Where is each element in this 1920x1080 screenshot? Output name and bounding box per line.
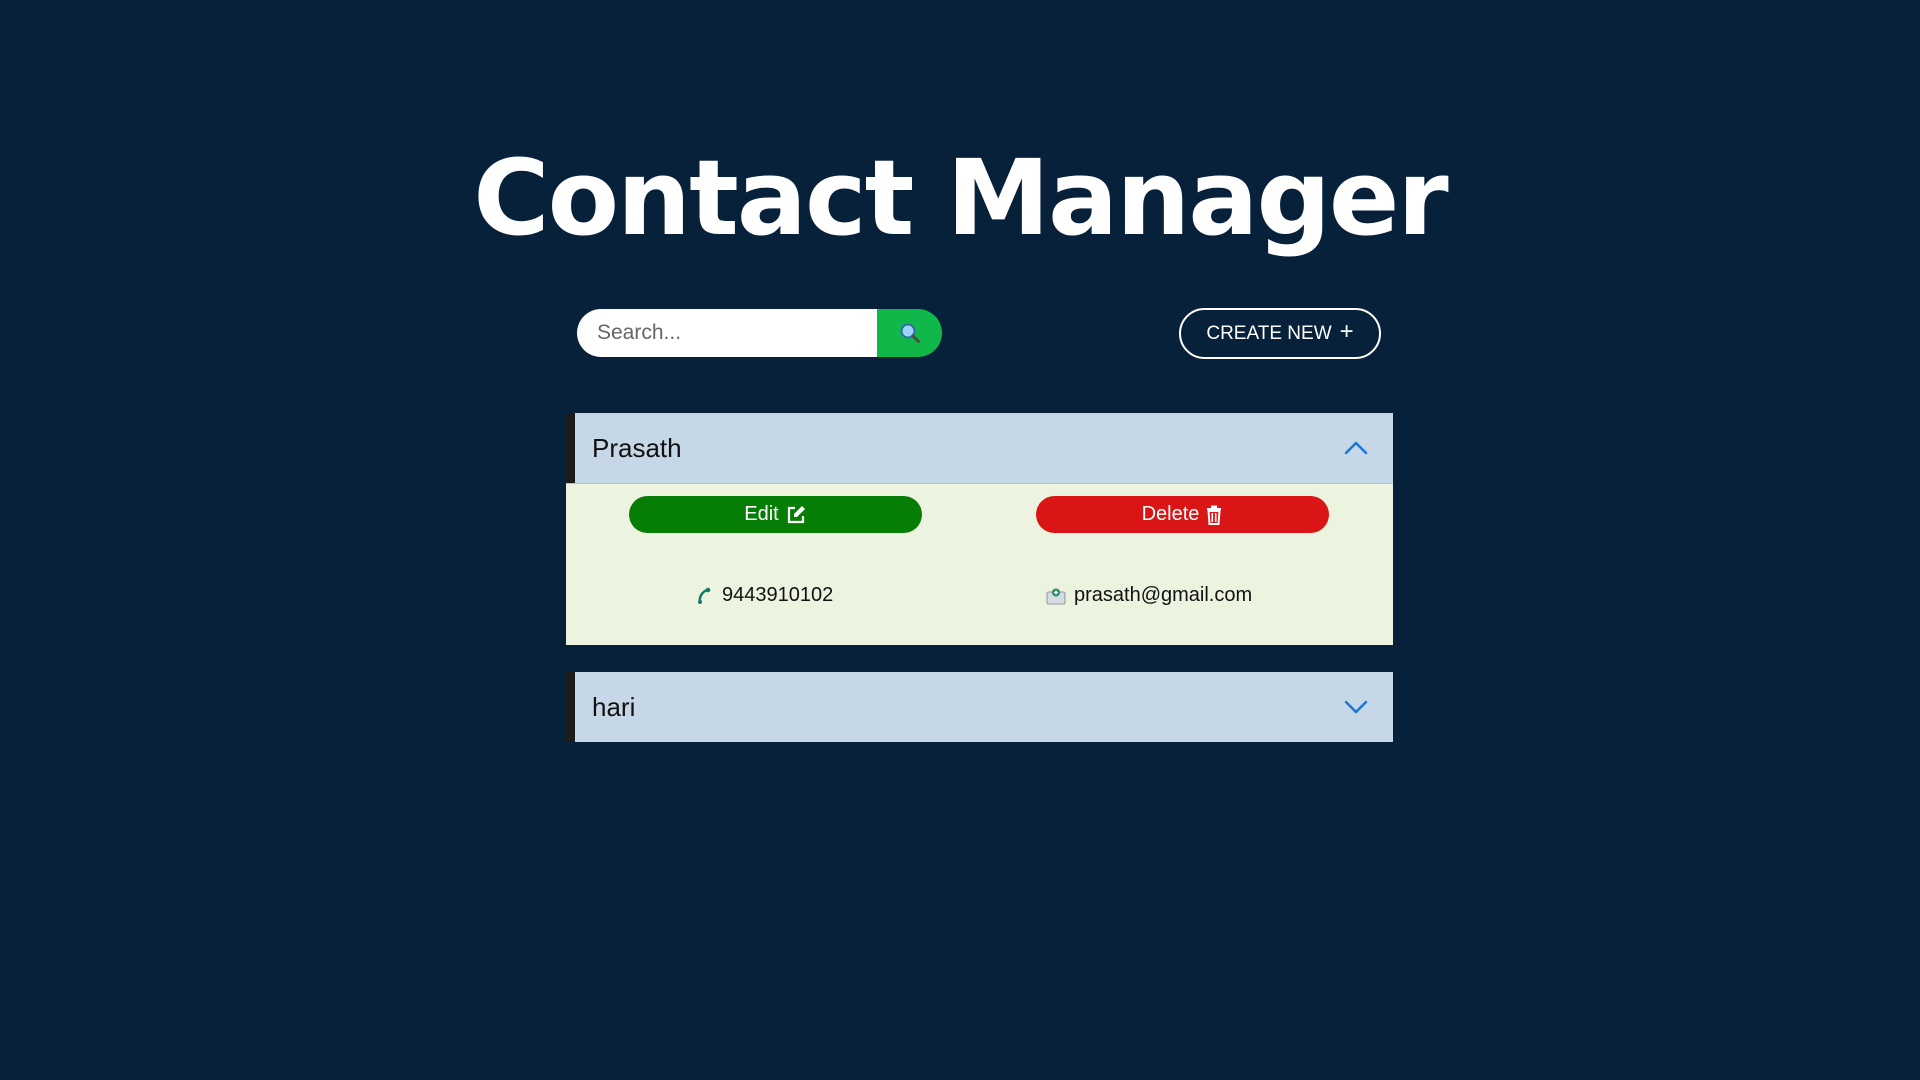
- page-title: Contact Manager: [473, 137, 1448, 259]
- phone-number: 9443910102: [722, 584, 834, 606]
- plus-icon: +: [1339, 318, 1354, 345]
- email-icon: [1046, 588, 1066, 604]
- phone-icon: [698, 587, 711, 604]
- edit-button[interactable]: Edit: [629, 496, 922, 533]
- phone-info: 9443910102: [696, 584, 833, 607]
- chevron-up-icon[interactable]: [1343, 440, 1369, 456]
- contact-name: Prasath: [592, 432, 682, 463]
- edit-label: Edit: [744, 503, 779, 525]
- email-info: prasath@gmail.com: [1046, 584, 1252, 607]
- edit-icon: [787, 505, 805, 523]
- search-button[interactable]: [877, 309, 942, 357]
- delete-button[interactable]: Delete: [1036, 496, 1329, 533]
- contact-header-hari[interactable]: hari: [566, 672, 1393, 742]
- search-input[interactable]: [577, 309, 877, 357]
- contact-card: Prasath Edit Delete 9443910102 prasath@g…: [566, 413, 1393, 645]
- trash-icon: [1207, 505, 1222, 525]
- contact-details: Edit Delete 9443910102 prasath@gmail.com: [566, 483, 1393, 645]
- search-bar: [577, 309, 942, 357]
- chevron-down-icon[interactable]: [1343, 699, 1369, 715]
- contact-header-prasath[interactable]: Prasath: [566, 413, 1393, 483]
- delete-label: Delete: [1141, 503, 1200, 525]
- email-address: prasath@gmail.com: [1074, 584, 1253, 606]
- contact-card: hari: [566, 672, 1393, 742]
- create-new-button[interactable]: CREATE NEW +: [1179, 308, 1381, 359]
- create-new-label: CREATE NEW: [1206, 322, 1332, 344]
- search-icon: [900, 323, 920, 343]
- contact-name: hari: [592, 691, 636, 722]
